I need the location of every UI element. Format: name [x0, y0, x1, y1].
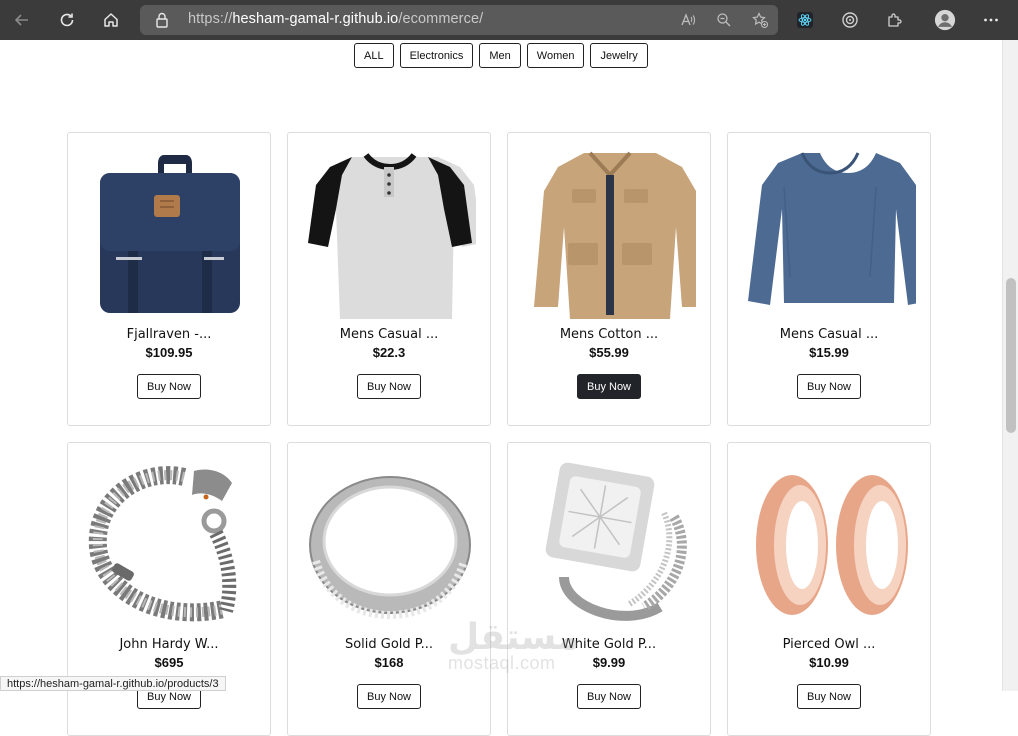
diamond-ring-image: [524, 457, 696, 629]
buy-now-button[interactable]: Buy Now: [797, 374, 861, 399]
product-card: Mens Casual ... $15.99 Buy Now: [727, 132, 931, 426]
product-card: Mens Casual ... $22.3 Buy Now: [287, 132, 491, 426]
product-price: $15.99: [728, 345, 930, 360]
extensions-button[interactable]: [883, 8, 907, 32]
url-host: hesham-gamal-r.github.io: [232, 11, 398, 27]
more-dots-icon: [982, 11, 1000, 29]
target-extension[interactable]: [838, 8, 862, 32]
puzzle-icon: [886, 11, 904, 29]
back-button[interactable]: [8, 6, 36, 34]
target-icon: [841, 11, 859, 29]
url-text[interactable]: https://hesham-gamal-r.github.io/ecommer…: [188, 11, 483, 27]
buy-now-button[interactable]: Buy Now: [357, 684, 421, 709]
watermark: مستقل mostaql.com: [448, 617, 578, 675]
buy-now-button[interactable]: Buy Now: [357, 374, 421, 399]
product-price: $109.95: [68, 345, 270, 360]
tshirt-image: [304, 147, 476, 319]
buy-now-button[interactable]: Buy Now: [137, 374, 201, 399]
product-card: Fjallraven -... $109.95 Buy Now: [67, 132, 271, 426]
filter-jewelry[interactable]: Jewelry: [590, 43, 647, 68]
jacket-image: [524, 147, 696, 319]
product-title[interactable]: Mens Casual ...: [728, 327, 930, 342]
product-title[interactable]: Fjallraven -...: [68, 327, 270, 342]
url-path: /ecommerce/: [398, 11, 483, 27]
product-price: $10.99: [728, 655, 930, 670]
product-price: $695: [68, 655, 270, 670]
product-card: Mens Cotton ... $55.99 Buy Now: [507, 132, 711, 426]
refresh-icon: [58, 11, 76, 29]
product-title[interactable]: Pierced Owl ...: [728, 637, 930, 652]
back-arrow-icon: [13, 11, 31, 29]
earrings-image: [744, 457, 916, 629]
filter-all[interactable]: ALL: [354, 43, 394, 68]
url-prefix: https://: [188, 11, 232, 27]
watermark-latin: mostaql.com: [448, 653, 556, 674]
read-aloud-button[interactable]: [676, 10, 700, 30]
ring-image: [304, 457, 476, 629]
buy-now-button[interactable]: Buy Now: [797, 684, 861, 709]
watermark-arabic: مستقل: [448, 617, 578, 658]
product-title[interactable]: Mens Casual ...: [288, 327, 490, 342]
product-title[interactable]: Mens Cotton ...: [508, 327, 710, 342]
settings-menu-button[interactable]: [979, 8, 1003, 32]
filter-electronics[interactable]: Electronics: [400, 43, 474, 68]
react-devtools-extension[interactable]: [793, 8, 817, 32]
product-card: Solid Gold P... $168 Buy Now: [287, 442, 491, 736]
buy-now-button[interactable]: Buy Now: [577, 684, 641, 709]
star-add-icon: [752, 12, 768, 28]
filter-women[interactable]: Women: [527, 43, 585, 68]
product-price: $22.3: [288, 345, 490, 360]
profile-button[interactable]: [933, 8, 957, 32]
refresh-button[interactable]: [53, 6, 81, 34]
product-price: $55.99: [508, 345, 710, 360]
page-scrollbar[interactable]: [1002, 40, 1018, 691]
lock-icon: [154, 11, 170, 29]
link-status-bar: https://hesham-gamal-r.github.io/product…: [0, 676, 226, 691]
backpack-image: [84, 147, 256, 319]
product-card: Pierced Owl ... $10.99 Buy Now: [727, 442, 931, 736]
product-card: John Hardy W... $695 Buy Now: [67, 442, 271, 736]
react-icon: [796, 11, 814, 29]
address-bar[interactable]: https://hesham-gamal-r.github.io/ecommer…: [140, 5, 778, 35]
product-card: White Gold P... $9.99 Buy Now: [507, 442, 711, 736]
filter-men[interactable]: Men: [479, 43, 520, 68]
avatar-icon: [934, 9, 956, 31]
product-title[interactable]: John Hardy W...: [68, 637, 270, 652]
zoom-out-icon: [716, 12, 732, 28]
zoom-button[interactable]: [712, 10, 736, 30]
add-favorite-button[interactable]: [748, 10, 772, 30]
category-filters: ALL Electronics Men Women Jewelry: [354, 43, 648, 68]
home-button[interactable]: [97, 6, 125, 34]
longsleeve-image: [744, 147, 916, 319]
browser-toolbar: https://hesham-gamal-r.github.io/ecommer…: [0, 0, 1018, 40]
buy-now-button[interactable]: Buy Now: [577, 374, 641, 399]
bracelet-image: [84, 457, 256, 629]
read-aloud-icon: [680, 12, 696, 28]
scrollbar-thumb[interactable]: [1006, 278, 1016, 433]
home-icon: [102, 11, 120, 29]
